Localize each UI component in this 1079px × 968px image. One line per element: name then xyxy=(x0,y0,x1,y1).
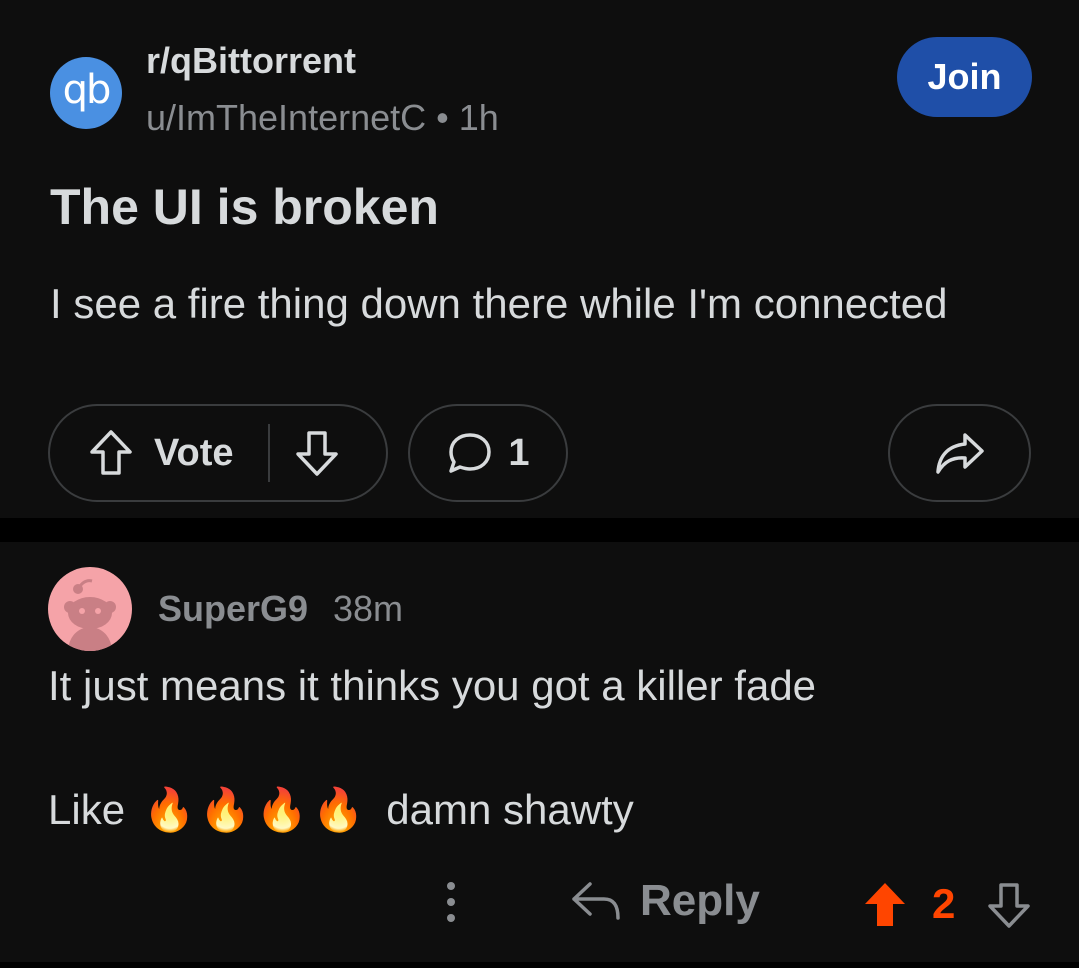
comment-upvote-button[interactable] xyxy=(862,880,908,930)
more-options-button[interactable] xyxy=(438,878,464,926)
comment-author[interactable]: SuperG9 xyxy=(158,588,308,630)
comment-score: 2 xyxy=(932,880,956,927)
arrow-down-outline-icon xyxy=(988,883,1030,928)
comment-text-line-2: Like 🔥 🔥 🔥 🔥 damn shawty xyxy=(48,785,634,835)
share-arrow-icon xyxy=(935,433,984,474)
arrow-up-outline-icon xyxy=(90,430,132,475)
comment-time: 38m xyxy=(333,588,404,629)
vote-divider xyxy=(267,424,270,482)
reply-arrow-icon xyxy=(572,882,620,920)
join-button[interactable]: Join xyxy=(897,37,1032,117)
snoo-avatar-icon xyxy=(64,579,116,651)
comment-text-prefix: Like xyxy=(48,786,126,833)
reply-button[interactable]: Reply xyxy=(570,876,760,926)
arrow-up-filled-icon xyxy=(865,883,905,926)
fire-emoji: 🔥 xyxy=(143,785,196,834)
fire-emoji: 🔥 xyxy=(255,785,308,834)
post-body: I see a fire thing down there while I'm … xyxy=(50,280,948,327)
post-card: qb r/qBittorrent u/ImTheInternetC • 1h J… xyxy=(0,0,1079,518)
comment-count: 1 xyxy=(508,431,530,474)
comment-downvote-button[interactable] xyxy=(986,880,1032,930)
comment-text-suffix: damn shawty xyxy=(386,786,634,833)
speech-bubble-icon xyxy=(449,433,492,473)
post-time: 1h xyxy=(458,97,499,138)
fire-emoji-group: 🔥 🔥 🔥 🔥 xyxy=(143,785,368,835)
section-separator xyxy=(0,518,1079,542)
fire-emoji: 🔥 xyxy=(311,785,365,834)
post-author[interactable]: u/ImTheInternetC xyxy=(146,97,426,138)
reply-label: Reply xyxy=(640,876,760,925)
subreddit-icon-text: qb xyxy=(62,67,112,113)
vote-pill: Vote xyxy=(48,404,388,502)
vote-label: Vote xyxy=(154,431,234,474)
bottom-bar xyxy=(0,962,1079,968)
vertical-ellipsis-icon xyxy=(447,882,455,922)
meta-separator: • xyxy=(436,97,449,138)
arrow-down-outline-icon xyxy=(295,431,338,476)
upvote-button[interactable] xyxy=(88,428,134,478)
share-button[interactable] xyxy=(888,404,1031,502)
avatar[interactable] xyxy=(48,567,132,651)
post-title[interactable]: The UI is broken xyxy=(50,178,439,236)
subreddit-name[interactable]: r/qBittorrent xyxy=(146,40,356,82)
comment-text-line-1: It just means it thinks you got a killer… xyxy=(48,662,817,709)
fire-emoji: 🔥 xyxy=(199,785,252,834)
downvote-button[interactable] xyxy=(294,428,340,478)
comments-button[interactable]: 1 xyxy=(408,404,568,502)
subreddit-icon[interactable]: qb xyxy=(50,57,122,129)
post-meta: u/ImTheInternetC • 1h xyxy=(146,97,499,139)
